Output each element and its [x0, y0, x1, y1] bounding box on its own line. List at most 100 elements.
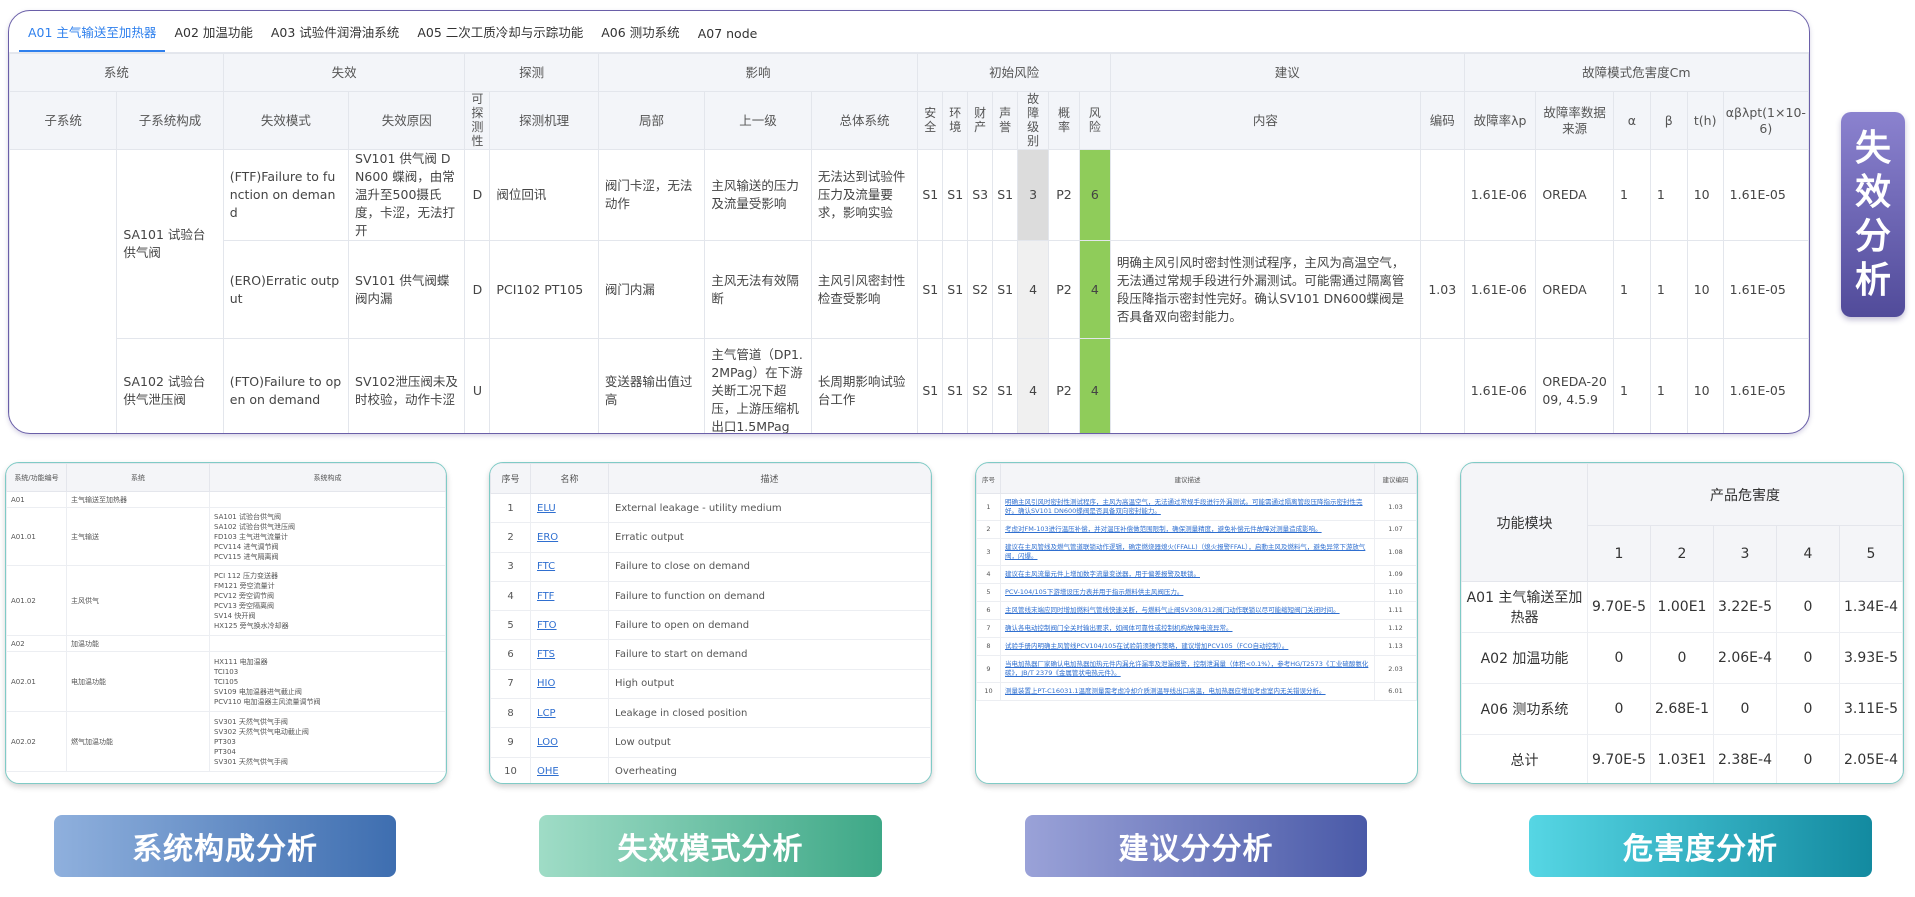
col-level-2: 2	[1650, 525, 1714, 582]
advice-link[interactable]: 确认各电动控制阀门全关时输出要求，如阀体可靠性或控制机构故障电流异常。	[1000, 619, 1375, 638]
failure-code-link[interactable]: OHE	[530, 756, 609, 783]
header-criticality: 故障模式危害度Cm	[1463, 53, 1809, 92]
table-row: 2 考虑对FM-103进行温压补偿，并对温压补偿做范围限制，确保测量精度，避免补偿…	[976, 520, 1417, 539]
header-effect: 影响	[597, 53, 919, 92]
failure-code-link[interactable]: FTS	[530, 639, 609, 670]
table-row: A01 主气输送至加热器 9.70E-5 1.00E1 3.22E-5 0 1.…	[1461, 581, 1903, 633]
header-system: 系统	[9, 53, 224, 92]
col-system: 系统	[66, 463, 210, 492]
tab-a02[interactable]: A02 加温功能	[165, 22, 261, 52]
advice-link[interactable]: PCV-104/105下游增设压力表并用于指示燃料供主风阀压力。	[1000, 583, 1375, 602]
advice-link[interactable]: 测量装置上PT-C16031.1温度测量需考虑冷却介质测温导线出口高温，电加热器…	[1000, 682, 1375, 701]
col-time: t(h)	[1686, 91, 1724, 150]
cell-index: 3	[490, 551, 531, 582]
cell-mechanism	[489, 338, 599, 433]
failure-mode-button[interactable]: 失效模式分析	[539, 815, 882, 877]
col-product-criticality: 产品危害度	[1587, 463, 1903, 526]
advice-link[interactable]: 考虑对FM-103进行温压补偿，并对温压补偿做范围限制，确保测量精度，避免补偿元…	[1000, 520, 1375, 539]
col-level-4: 4	[1776, 525, 1840, 582]
cell-rate: 1.61E-06	[1463, 240, 1537, 339]
cell-value: 1.03E1	[1650, 734, 1714, 783]
failure-analysis-card: A01 主气输送至加热器 A02 加温功能 A03 试验件润滑油系统 A05 二…	[8, 10, 1810, 434]
table-row[interactable]: (ERO)Erratic output SV101 供气阀蝶阀内漏 D PCI1…	[10, 240, 1809, 339]
advice-analysis-button[interactable]: 建议分分析	[1025, 815, 1367, 877]
table-row[interactable]: SA102 试验台供气泄压阀 (FTO)Failure to open on d…	[10, 338, 1809, 433]
advice-link[interactable]: 明确主风引风时密封性测试程序，主风为高温空气，无法通过常规手段进行外漏测试。可能…	[1000, 493, 1375, 521]
cell-level: 4	[1017, 338, 1050, 433]
failure-code-link[interactable]: FTO	[530, 610, 609, 641]
cell-local: 变送器输出值过高	[597, 338, 706, 433]
advice-link[interactable]: 当电加热器厂家确认电加热器加热元件内漏允许漏率及泄漏报警，控制泄漏量（体积<0.…	[1000, 655, 1375, 683]
failure-code-link[interactable]: LCP	[530, 698, 609, 729]
advice-thumbnail[interactable]: 序号 建议描述 建议编码 1 明确主风引风时密封性测试程序，主风为高温空气，无法通…	[975, 462, 1418, 784]
col-composition: 系统构成	[209, 463, 446, 492]
failure-code-link[interactable]: HIO	[530, 668, 609, 700]
system-tabs: A01 主气输送至加热器 A02 加温功能 A03 试验件润滑油系统 A05 二…	[9, 11, 1809, 53]
failure-code-link[interactable]: FTF	[530, 580, 609, 612]
tab-a05[interactable]: A05 二次工质冷却与示踪功能	[408, 22, 592, 52]
advice-link[interactable]: 试验手册内明确主风管线PCV104/105在试验前须操作策略，建议增加PCV10…	[1000, 637, 1375, 656]
cell-code: 1.11	[1374, 601, 1417, 620]
cell-description: Leakage in closed position	[608, 698, 931, 729]
col-failure-level: 故障级别	[1017, 91, 1050, 150]
cell-index: 6	[490, 639, 531, 670]
cell-source: OREDA	[1535, 240, 1614, 339]
cell-reputation: S1	[992, 338, 1019, 433]
table-row: A01 主气输送至加热器	[6, 491, 446, 508]
cell-component: SA102 试验台供气泄压阀	[116, 338, 224, 433]
cell-index: 8	[490, 698, 531, 729]
cell-module: A06 测功系统	[1461, 683, 1588, 735]
tab-a06[interactable]: A06 测功系统	[592, 22, 688, 52]
system-composition-button[interactable]: 系统构成分析	[54, 815, 396, 877]
cell-rate: 1.61E-06	[1463, 338, 1537, 433]
system-composition-table: 系统/功能编号 系统 系统构成 A01 主气输送至加热器 A01.01 主气输送…	[6, 463, 446, 772]
table-row: 4 FTF Failure to function on demand	[490, 580, 931, 612]
criticality-analysis-button[interactable]: 危害度分析	[1529, 815, 1872, 877]
cell-code: 1.08	[1374, 538, 1417, 566]
cell-upper: 主风输送的压力及流量受影响	[704, 149, 812, 241]
col-system-id: 系统/功能编号	[6, 463, 67, 492]
failure-code-link[interactable]: LOO	[530, 727, 609, 758]
advice-link[interactable]: 主风管线末端应同时增加燃料气管线快速关断，与燃料气止阀SV308/312阀门动作…	[1000, 601, 1375, 620]
cell-cause: SV102泄压阀未及时校验，动作卡涩	[348, 338, 466, 433]
cell-value: 2.06E-4	[1713, 632, 1777, 684]
tab-a01[interactable]: A01 主气输送至加热器	[19, 22, 166, 52]
criticality-thumbnail[interactable]: 功能模块 产品危害度 1 2 3 4 5 A01 主气输送至加热器 9.70E-…	[1460, 462, 1904, 784]
cell-id: A02.02	[6, 711, 67, 772]
cell-overall: 无法达到试验件压力及流量要求，影响实验	[810, 149, 919, 241]
advice-link[interactable]: 建议在主风流量元件上增加数字流量变送器，用于偏差报警及联锁。	[1000, 565, 1375, 584]
cell-alpha: 1	[1612, 338, 1651, 433]
col-description: 描述	[608, 463, 931, 494]
tab-a07[interactable]: A07 node	[689, 26, 767, 52]
cell-detect: U	[464, 338, 491, 433]
cell-environment: S1	[942, 338, 969, 433]
cell-value: 0	[1776, 683, 1840, 735]
cell-components	[209, 491, 446, 508]
col-detectability: 可探测性	[464, 91, 491, 150]
failure-code-link[interactable]: ELU	[530, 492, 609, 524]
cell-id: A02	[6, 635, 67, 652]
table-row: 6 FTS Failure to start on demand	[490, 639, 931, 670]
criticality-table: 功能模块 产品危害度 1 2 3 4 5 A01 主气输送至加热器 9.70E-…	[1461, 463, 1903, 783]
cell-code: 1.12	[1374, 619, 1417, 638]
cell-safety: S1	[917, 240, 944, 339]
failure-mode-thumbnail[interactable]: 序号 名称 描述 1 ELU External leakage - utility …	[489, 462, 932, 784]
cell-code: 1.03	[1374, 493, 1417, 521]
table-row: A01.01 主气输送 SA101 试验台供气阀 SA102 试验台供气泄压阀 …	[6, 507, 446, 566]
cell-risk: 4	[1078, 240, 1111, 339]
failure-code-link[interactable]: FTC	[530, 551, 609, 582]
tab-a03[interactable]: A03 试验件润滑油系统	[262, 22, 408, 52]
col-risk: 风险	[1078, 91, 1111, 150]
cell-detect: D	[464, 149, 491, 241]
cell-index: 8	[976, 637, 1001, 656]
col-index: 序号	[490, 463, 531, 494]
advice-link[interactable]: 建议在主风管线及燃气管道联锁动作逻辑，确定燃烧器熄火(FFALL)（熄火报警FF…	[1000, 538, 1375, 566]
cell-overall: 长周期影响试验台工作	[810, 338, 919, 433]
cell-description: Low output	[608, 727, 931, 758]
cell-system: 主气输送至加热器	[66, 491, 210, 508]
system-composition-thumbnail[interactable]: 系统/功能编号 系统 系统构成 A01 主气输送至加热器 A01.01 主气输送…	[5, 462, 447, 784]
table-row[interactable]: SA101 试验台供气阀 (FTF)Failure to function on…	[9, 149, 1809, 433]
failure-analysis-label: 失效分析	[1841, 112, 1905, 317]
failure-code-link[interactable]: ERO	[530, 522, 609, 553]
cell-value: 2.68E-1	[1650, 683, 1714, 735]
